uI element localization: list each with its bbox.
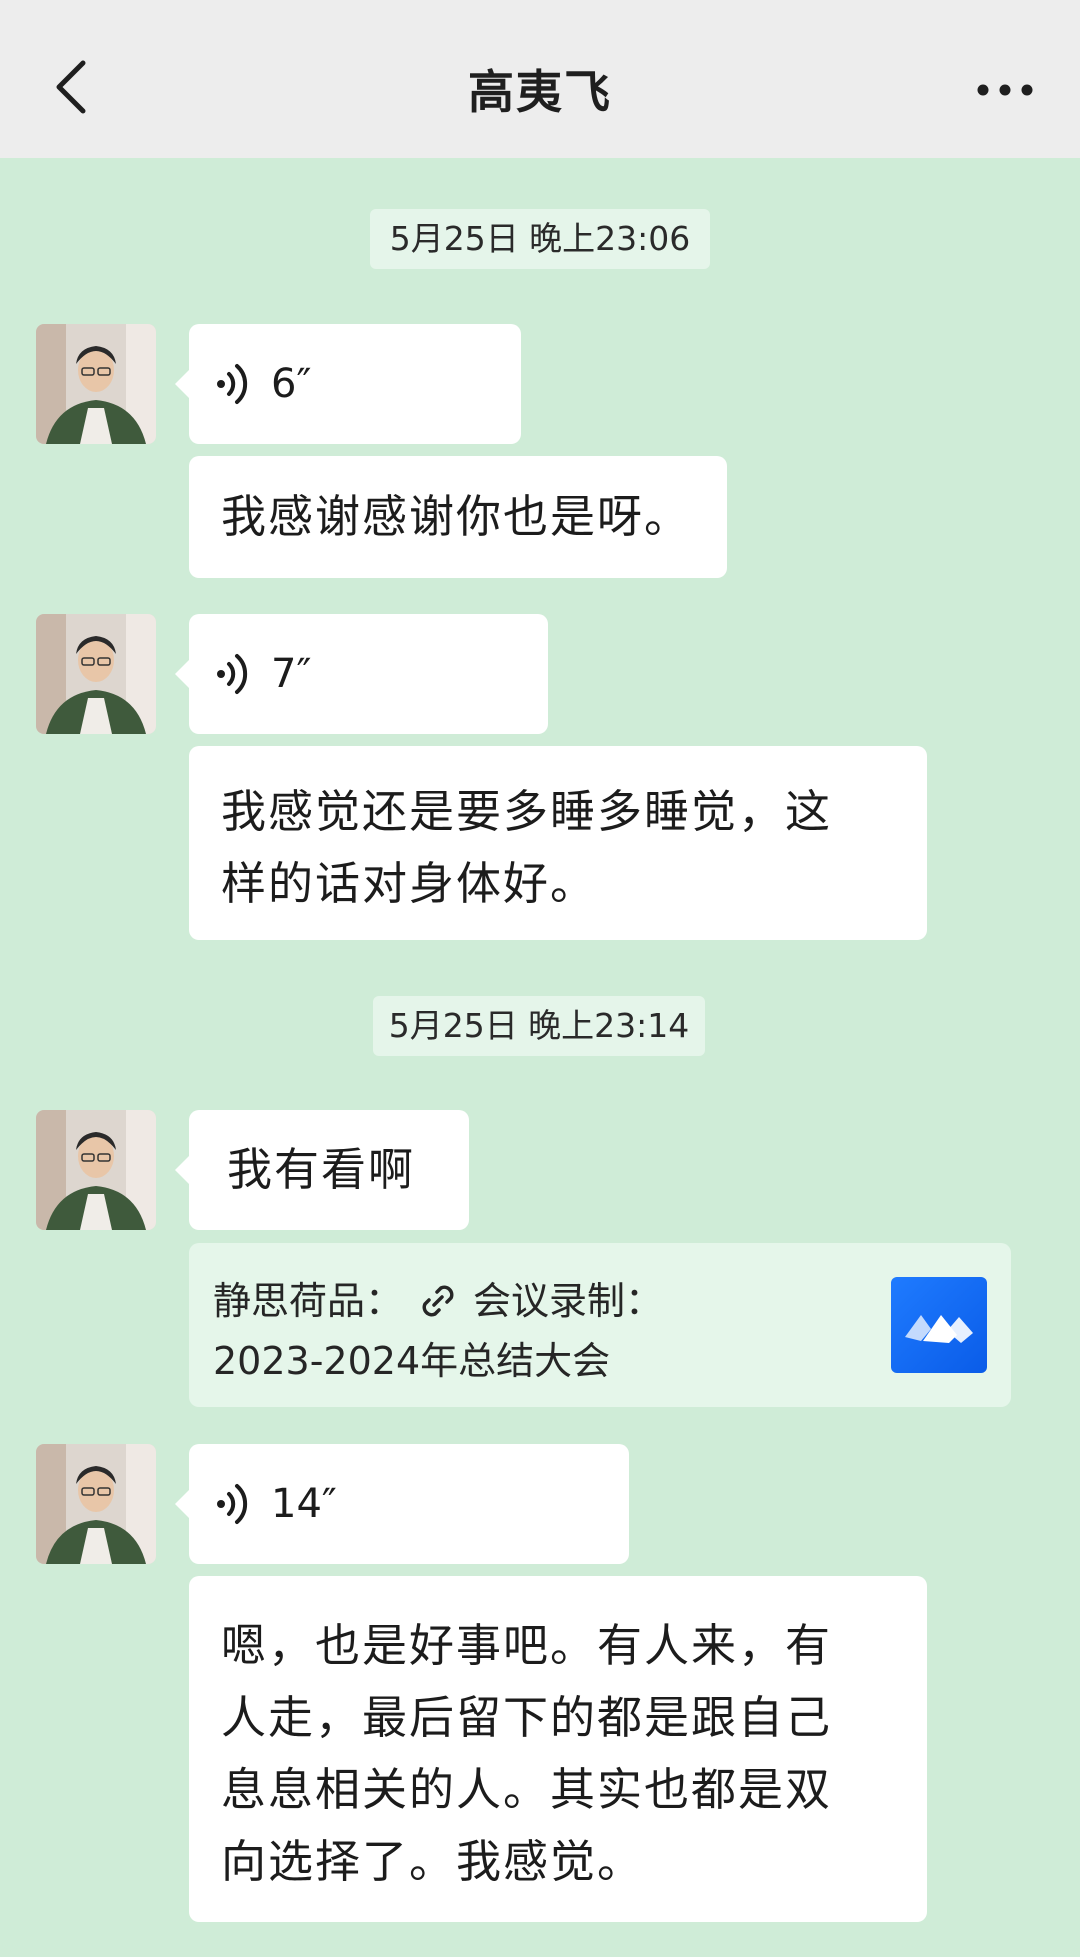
voice-duration: 14″ <box>271 1481 337 1527</box>
text-message[interactable]: 我感谢感谢你也是呀。 <box>189 456 727 578</box>
text-message[interactable]: 我有看啊 <box>175 1110 469 1230</box>
voice-message[interactable]: 7″ <box>175 614 548 734</box>
message-timestamp: 5月25日 晚上23:14 <box>373 996 705 1056</box>
text-line: 向选择了。我感觉。 <box>221 1835 645 1888</box>
text-message[interactable]: 嗯，也是好事吧。有人来，有 人走，最后留下的都是跟自己 息息相关的人。其实也都是… <box>189 1576 927 1922</box>
voice-message[interactable]: 14″ <box>175 1444 629 1564</box>
avatar[interactable] <box>36 614 156 734</box>
link-card-title-part2: 2023-2024年总结大会 <box>213 1339 611 1383</box>
text-line: 我感觉还是要多睡多睡觉，这 <box>221 785 833 838</box>
tencent-meeting-logo <box>891 1277 987 1373</box>
avatar[interactable] <box>36 1110 156 1230</box>
text-line: 嗯，也是好事吧。有人来，有 <box>221 1619 833 1672</box>
avatar[interactable] <box>36 324 156 444</box>
link-card[interactable]: 静思荷品： 会议录制： 2023-2024年总结大会 <box>189 1243 1011 1407</box>
voice-message[interactable]: 6″ <box>175 324 521 444</box>
text-line: 人走，最后留下的都是跟自己 <box>221 1691 833 1744</box>
text-line: 息息相关的人。其实也都是双 <box>221 1763 833 1816</box>
voice-wave-icon <box>215 652 251 696</box>
voice-duration: 7″ <box>271 651 312 697</box>
avatar-photo <box>36 614 156 734</box>
message-timestamp: 5月25日 晚上23:06 <box>370 209 710 269</box>
avatar-photo <box>36 1444 156 1564</box>
avatar-photo <box>36 1110 156 1230</box>
chat-header: 高夷飞 <box>0 0 1080 158</box>
text-line: 样的话对身体好。 <box>221 857 598 910</box>
link-card-text: 静思荷品： 会议录制： 2023-2024年总结大会 <box>213 1271 843 1391</box>
avatar[interactable] <box>36 1444 156 1564</box>
link-icon <box>417 1280 459 1322</box>
voice-duration: 6″ <box>271 361 312 407</box>
link-card-prefix: 静思荷品： <box>213 1279 404 1323</box>
text-message[interactable]: 我感觉还是要多睡多睡觉，这 样的话对身体好。 <box>189 746 927 940</box>
voice-wave-icon <box>215 362 251 406</box>
chat-title: 高夷飞 <box>468 65 612 119</box>
link-card-title-part1: 会议录制： <box>473 1279 664 1323</box>
voice-wave-icon <box>215 1482 251 1526</box>
more-button[interactable] <box>960 70 1050 110</box>
more-dots-icon <box>977 84 1033 96</box>
avatar-photo <box>36 324 156 444</box>
